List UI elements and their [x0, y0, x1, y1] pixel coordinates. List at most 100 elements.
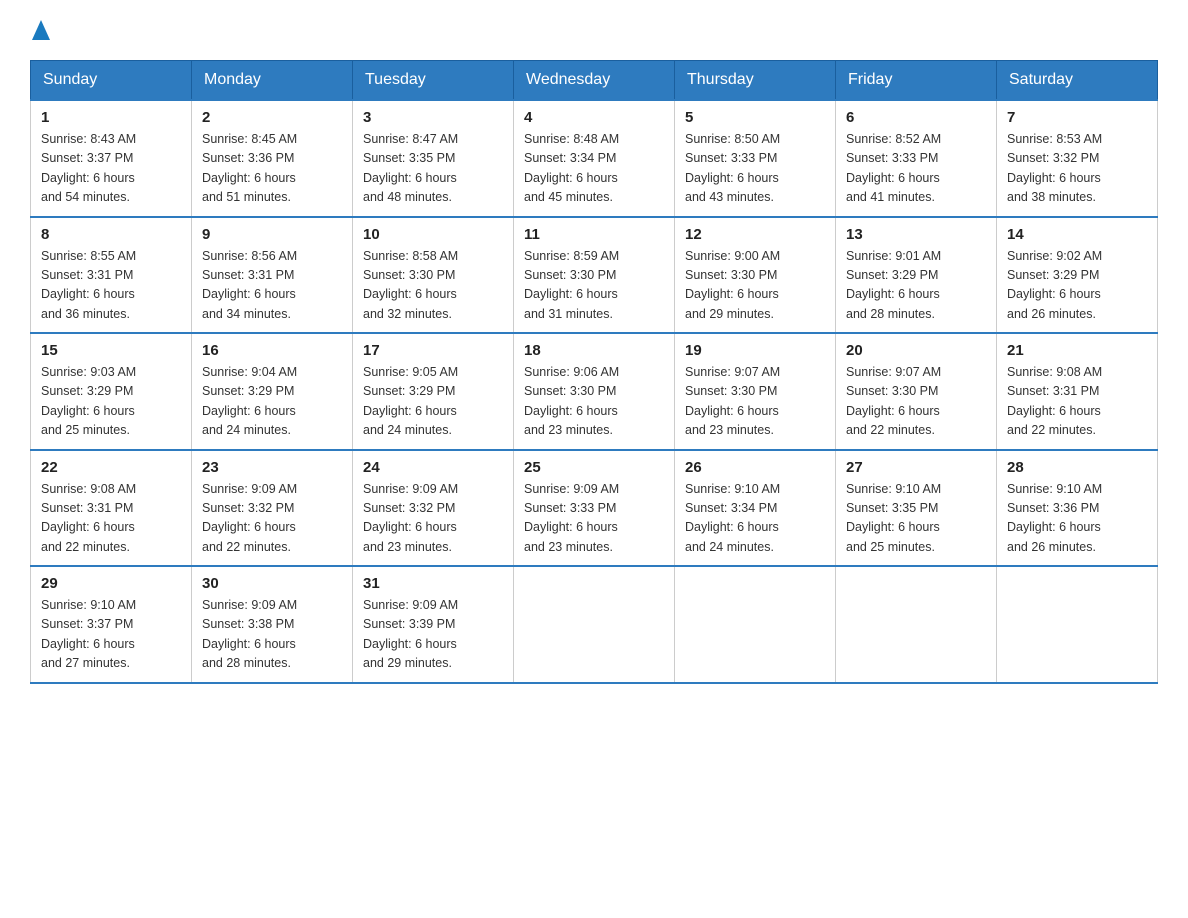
day-number: 11	[524, 226, 664, 243]
day-number: 15	[41, 342, 181, 359]
day-number: 17	[363, 342, 503, 359]
day-number: 27	[846, 459, 986, 476]
weekday-header-saturday: Saturday	[997, 61, 1158, 101]
day-number: 1	[41, 109, 181, 126]
day-info: Sunrise: 8:52 AMSunset: 3:33 PMDaylight:…	[846, 130, 986, 208]
day-number: 31	[363, 575, 503, 592]
day-info: Sunrise: 9:00 AMSunset: 3:30 PMDaylight:…	[685, 247, 825, 325]
day-number: 8	[41, 226, 181, 243]
table-row: 25 Sunrise: 9:09 AMSunset: 3:33 PMDaylig…	[514, 450, 675, 567]
day-number: 30	[202, 575, 342, 592]
calendar-table: SundayMondayTuesdayWednesdayThursdayFrid…	[30, 60, 1158, 684]
calendar-week-row: 29 Sunrise: 9:10 AMSunset: 3:37 PMDaylig…	[31, 566, 1158, 683]
day-info: Sunrise: 8:45 AMSunset: 3:36 PMDaylight:…	[202, 130, 342, 208]
table-row: 31 Sunrise: 9:09 AMSunset: 3:39 PMDaylig…	[353, 566, 514, 683]
table-row: 28 Sunrise: 9:10 AMSunset: 3:36 PMDaylig…	[997, 450, 1158, 567]
day-number: 2	[202, 109, 342, 126]
table-row: 9 Sunrise: 8:56 AMSunset: 3:31 PMDayligh…	[192, 217, 353, 334]
table-row: 4 Sunrise: 8:48 AMSunset: 3:34 PMDayligh…	[514, 100, 675, 217]
day-info: Sunrise: 9:06 AMSunset: 3:30 PMDaylight:…	[524, 363, 664, 441]
day-number: 24	[363, 459, 503, 476]
day-info: Sunrise: 9:03 AMSunset: 3:29 PMDaylight:…	[41, 363, 181, 441]
day-number: 22	[41, 459, 181, 476]
day-number: 19	[685, 342, 825, 359]
weekday-header-wednesday: Wednesday	[514, 61, 675, 101]
day-info: Sunrise: 9:09 AMSunset: 3:38 PMDaylight:…	[202, 596, 342, 674]
table-row: 3 Sunrise: 8:47 AMSunset: 3:35 PMDayligh…	[353, 100, 514, 217]
table-row: 16 Sunrise: 9:04 AMSunset: 3:29 PMDaylig…	[192, 333, 353, 450]
table-row: 6 Sunrise: 8:52 AMSunset: 3:33 PMDayligh…	[836, 100, 997, 217]
day-info: Sunrise: 9:04 AMSunset: 3:29 PMDaylight:…	[202, 363, 342, 441]
calendar-week-row: 15 Sunrise: 9:03 AMSunset: 3:29 PMDaylig…	[31, 333, 1158, 450]
table-row: 10 Sunrise: 8:58 AMSunset: 3:30 PMDaylig…	[353, 217, 514, 334]
day-number: 9	[202, 226, 342, 243]
day-number: 3	[363, 109, 503, 126]
table-row: 17 Sunrise: 9:05 AMSunset: 3:29 PMDaylig…	[353, 333, 514, 450]
logo-triangle-icon	[32, 20, 50, 40]
day-info: Sunrise: 9:07 AMSunset: 3:30 PMDaylight:…	[846, 363, 986, 441]
day-number: 10	[363, 226, 503, 243]
calendar-week-row: 8 Sunrise: 8:55 AMSunset: 3:31 PMDayligh…	[31, 217, 1158, 334]
table-row: 1 Sunrise: 8:43 AMSunset: 3:37 PMDayligh…	[31, 100, 192, 217]
day-info: Sunrise: 9:10 AMSunset: 3:36 PMDaylight:…	[1007, 480, 1147, 558]
day-number: 12	[685, 226, 825, 243]
weekday-header-monday: Monday	[192, 61, 353, 101]
day-number: 26	[685, 459, 825, 476]
day-info: Sunrise: 9:09 AMSunset: 3:32 PMDaylight:…	[363, 480, 503, 558]
day-number: 5	[685, 109, 825, 126]
day-info: Sunrise: 8:48 AMSunset: 3:34 PMDaylight:…	[524, 130, 664, 208]
logo	[30, 20, 50, 40]
day-number: 25	[524, 459, 664, 476]
table-row	[514, 566, 675, 683]
table-row: 7 Sunrise: 8:53 AMSunset: 3:32 PMDayligh…	[997, 100, 1158, 217]
day-info: Sunrise: 8:50 AMSunset: 3:33 PMDaylight:…	[685, 130, 825, 208]
day-number: 4	[524, 109, 664, 126]
day-info: Sunrise: 9:09 AMSunset: 3:33 PMDaylight:…	[524, 480, 664, 558]
table-row: 26 Sunrise: 9:10 AMSunset: 3:34 PMDaylig…	[675, 450, 836, 567]
table-row: 20 Sunrise: 9:07 AMSunset: 3:30 PMDaylig…	[836, 333, 997, 450]
table-row: 23 Sunrise: 9:09 AMSunset: 3:32 PMDaylig…	[192, 450, 353, 567]
day-info: Sunrise: 9:09 AMSunset: 3:32 PMDaylight:…	[202, 480, 342, 558]
calendar-week-row: 1 Sunrise: 8:43 AMSunset: 3:37 PMDayligh…	[31, 100, 1158, 217]
table-row: 14 Sunrise: 9:02 AMSunset: 3:29 PMDaylig…	[997, 217, 1158, 334]
day-number: 13	[846, 226, 986, 243]
table-row: 15 Sunrise: 9:03 AMSunset: 3:29 PMDaylig…	[31, 333, 192, 450]
day-info: Sunrise: 8:53 AMSunset: 3:32 PMDaylight:…	[1007, 130, 1147, 208]
day-info: Sunrise: 8:59 AMSunset: 3:30 PMDaylight:…	[524, 247, 664, 325]
table-row: 11 Sunrise: 8:59 AMSunset: 3:30 PMDaylig…	[514, 217, 675, 334]
day-info: Sunrise: 9:05 AMSunset: 3:29 PMDaylight:…	[363, 363, 503, 441]
weekday-header-thursday: Thursday	[675, 61, 836, 101]
weekday-header-row: SundayMondayTuesdayWednesdayThursdayFrid…	[31, 61, 1158, 101]
table-row: 5 Sunrise: 8:50 AMSunset: 3:33 PMDayligh…	[675, 100, 836, 217]
table-row: 29 Sunrise: 9:10 AMSunset: 3:37 PMDaylig…	[31, 566, 192, 683]
day-info: Sunrise: 9:08 AMSunset: 3:31 PMDaylight:…	[41, 480, 181, 558]
day-number: 23	[202, 459, 342, 476]
day-number: 20	[846, 342, 986, 359]
day-number: 6	[846, 109, 986, 126]
day-number: 29	[41, 575, 181, 592]
day-info: Sunrise: 9:10 AMSunset: 3:34 PMDaylight:…	[685, 480, 825, 558]
day-number: 7	[1007, 109, 1147, 126]
table-row: 27 Sunrise: 9:10 AMSunset: 3:35 PMDaylig…	[836, 450, 997, 567]
weekday-header-tuesday: Tuesday	[353, 61, 514, 101]
table-row	[997, 566, 1158, 683]
page-header	[30, 20, 1158, 40]
day-number: 21	[1007, 342, 1147, 359]
table-row: 22 Sunrise: 9:08 AMSunset: 3:31 PMDaylig…	[31, 450, 192, 567]
day-number: 28	[1007, 459, 1147, 476]
day-info: Sunrise: 8:56 AMSunset: 3:31 PMDaylight:…	[202, 247, 342, 325]
day-info: Sunrise: 9:02 AMSunset: 3:29 PMDaylight:…	[1007, 247, 1147, 325]
table-row: 30 Sunrise: 9:09 AMSunset: 3:38 PMDaylig…	[192, 566, 353, 683]
day-number: 16	[202, 342, 342, 359]
day-info: Sunrise: 9:10 AMSunset: 3:37 PMDaylight:…	[41, 596, 181, 674]
day-info: Sunrise: 9:01 AMSunset: 3:29 PMDaylight:…	[846, 247, 986, 325]
table-row: 2 Sunrise: 8:45 AMSunset: 3:36 PMDayligh…	[192, 100, 353, 217]
day-info: Sunrise: 8:55 AMSunset: 3:31 PMDaylight:…	[41, 247, 181, 325]
table-row: 8 Sunrise: 8:55 AMSunset: 3:31 PMDayligh…	[31, 217, 192, 334]
day-info: Sunrise: 9:07 AMSunset: 3:30 PMDaylight:…	[685, 363, 825, 441]
table-row	[836, 566, 997, 683]
table-row: 21 Sunrise: 9:08 AMSunset: 3:31 PMDaylig…	[997, 333, 1158, 450]
table-row: 13 Sunrise: 9:01 AMSunset: 3:29 PMDaylig…	[836, 217, 997, 334]
table-row	[675, 566, 836, 683]
weekday-header-sunday: Sunday	[31, 61, 192, 101]
